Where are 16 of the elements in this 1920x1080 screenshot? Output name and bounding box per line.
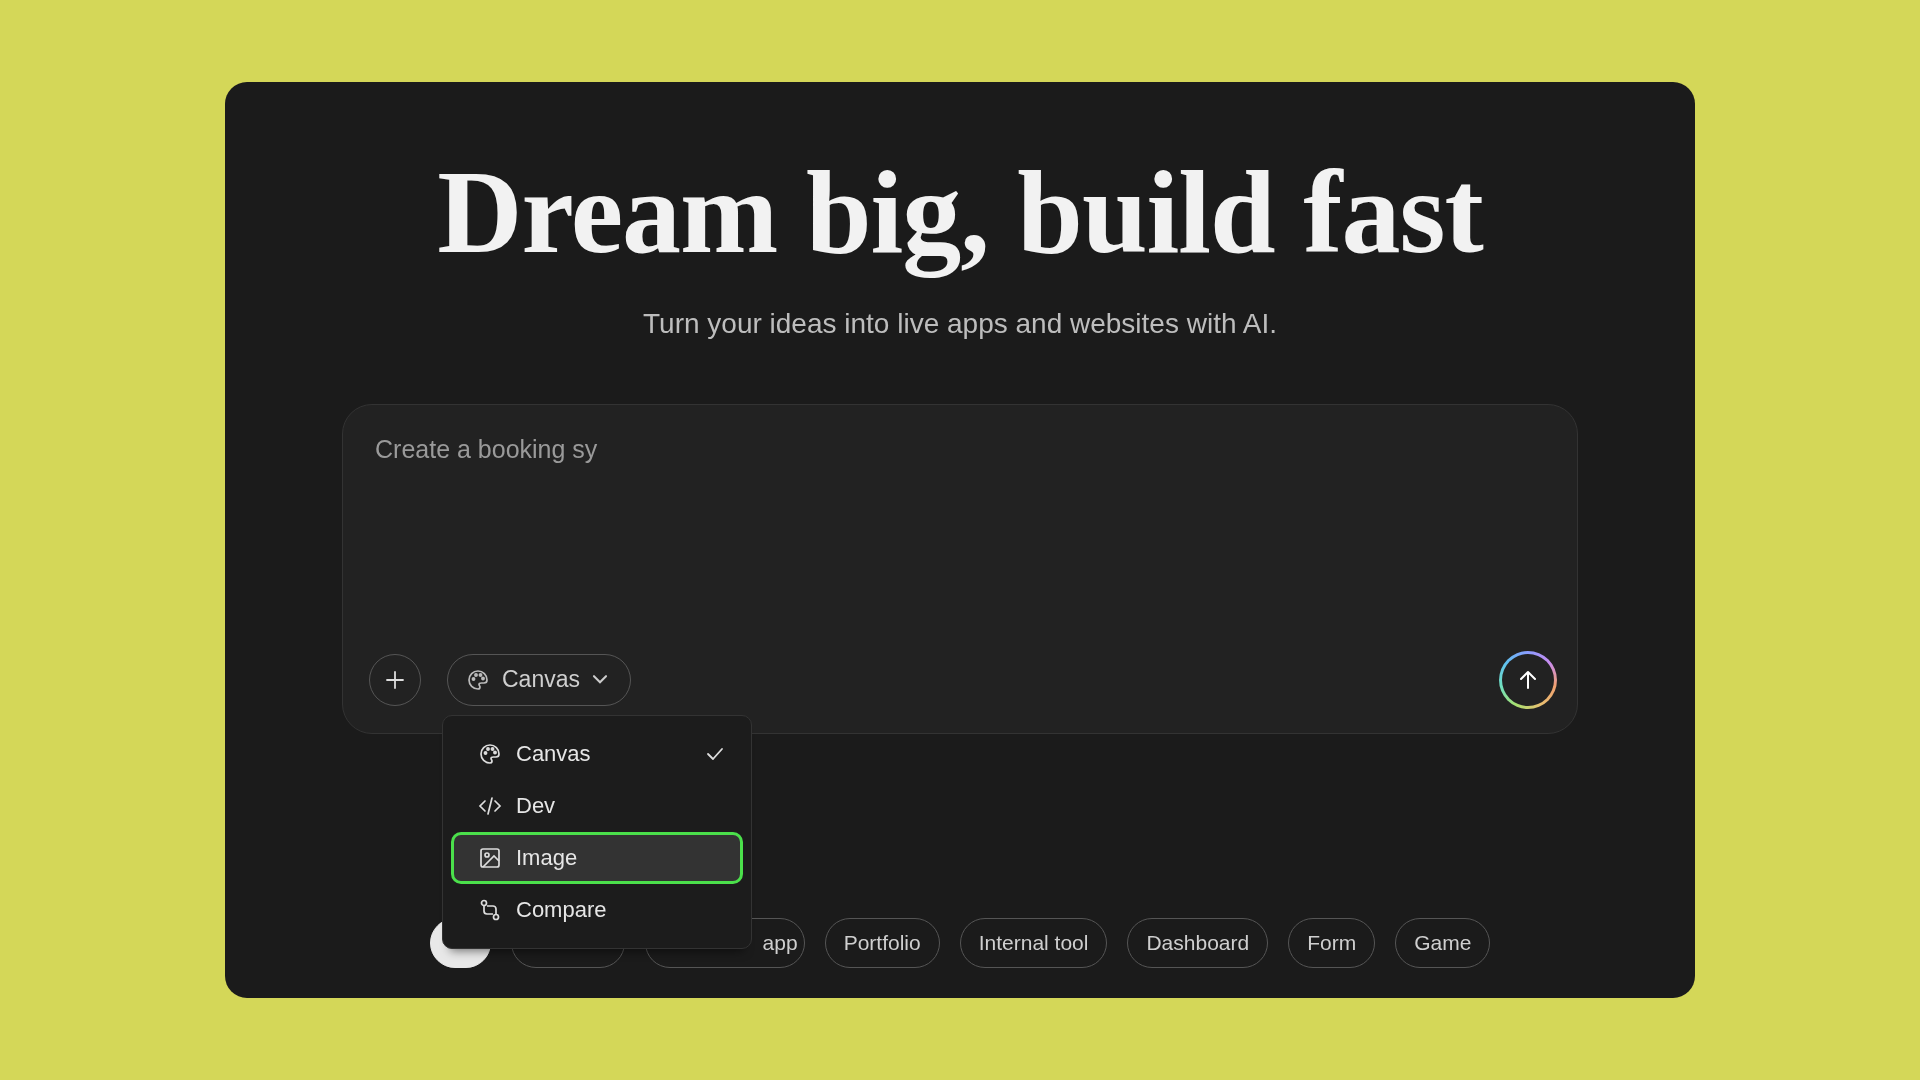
headline: Dream big, build fast [437, 146, 1483, 280]
category-chip[interactable]: Form [1288, 918, 1376, 968]
category-chip[interactable]: Dashboard [1127, 918, 1269, 968]
code-icon [478, 794, 502, 818]
menu-item[interactable]: Compare [451, 884, 743, 936]
menu-item[interactable]: Image [451, 832, 743, 884]
prompt-field[interactable]: Create a booking sy Canvas [342, 403, 1578, 734]
chevron-icon [592, 675, 608, 685]
palette-icon [478, 742, 502, 766]
menu-item[interactable]: Dev [451, 780, 743, 832]
plus-icon [384, 668, 406, 691]
compare-icon [478, 898, 502, 922]
subtitle: Turn your ideas into live apps and websites with AI. [643, 307, 1277, 340]
image-icon [478, 846, 502, 870]
category-chip[interactable]: Game [1395, 918, 1491, 968]
palette-icon [466, 667, 490, 692]
